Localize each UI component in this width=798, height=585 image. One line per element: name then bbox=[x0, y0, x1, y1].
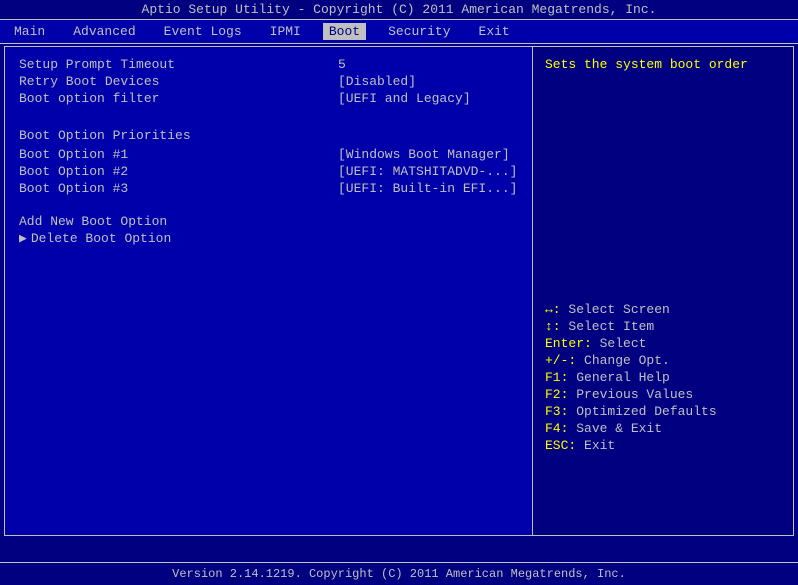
action-label: Delete Boot Option bbox=[31, 231, 171, 246]
section-title: Boot Option Priorities bbox=[19, 128, 518, 143]
key-desc: Exit bbox=[584, 438, 615, 453]
boot-option-row[interactable]: Boot Option #3[UEFI: Built-in EFI...] bbox=[19, 181, 518, 196]
key-desc: Select Screen bbox=[568, 302, 669, 317]
boot-option-row[interactable]: Boot Option #2[UEFI: MATSHITADVD-...] bbox=[19, 164, 518, 179]
menu-bar: Main Advanced Event Logs IPMI Boot Security Ex… bbox=[0, 19, 798, 44]
key-row: Enter: Select bbox=[545, 336, 781, 351]
boot-option-row[interactable]: Boot Option #1[Windows Boot Manager] bbox=[19, 147, 518, 162]
content-area: Setup Prompt Timeout5Retry Boot Devices[… bbox=[4, 46, 794, 536]
menu-item-boot[interactable]: Boot bbox=[323, 23, 366, 40]
setting-label: Setup Prompt Timeout bbox=[19, 57, 338, 72]
key-desc: Optimized Defaults bbox=[576, 404, 716, 419]
setting-value[interactable]: 5 bbox=[338, 57, 518, 72]
key-row: +/-: Change Opt. bbox=[545, 353, 781, 368]
menu-item-main[interactable]: Main bbox=[8, 23, 51, 40]
action-item-arrow[interactable]: ▶ Delete Boot Option bbox=[19, 231, 518, 246]
setting-label: Boot option filter bbox=[19, 91, 338, 106]
left-panel: Setup Prompt Timeout5Retry Boot Devices[… bbox=[5, 47, 533, 535]
key-label: Enter: bbox=[545, 336, 600, 351]
boot-option-label: Boot Option #1 bbox=[19, 147, 338, 162]
key-desc: Previous Values bbox=[576, 387, 693, 402]
key-label: +/-: bbox=[545, 353, 584, 368]
setting-value[interactable]: [Disabled] bbox=[338, 74, 518, 89]
footer: Version 2.14.1219. Copyright (C) 2011 Am… bbox=[0, 562, 798, 585]
key-desc: General Help bbox=[576, 370, 670, 385]
boot-option-value: [UEFI: Built-in EFI...] bbox=[338, 181, 518, 196]
key-label: ↕: bbox=[545, 319, 568, 334]
key-desc: Select Item bbox=[568, 319, 654, 334]
key-desc: Change Opt. bbox=[584, 353, 670, 368]
boot-option-label: Boot Option #3 bbox=[19, 181, 338, 196]
title-bar: Aptio Setup Utility - Copyright (C) 2011… bbox=[0, 0, 798, 19]
setting-row: Setup Prompt Timeout5 bbox=[19, 57, 518, 72]
boot-option-value: [UEFI: MATSHITADVD-...] bbox=[338, 164, 518, 179]
key-label: ↔: bbox=[545, 302, 568, 317]
setting-row: Boot option filter[UEFI and Legacy] bbox=[19, 91, 518, 106]
keys-section: ↔: Select Screen↕: Select ItemEnter: Sel… bbox=[545, 302, 781, 453]
menu-item-exit[interactable]: Exit bbox=[473, 23, 516, 40]
key-label: F1: bbox=[545, 370, 576, 385]
key-row: F3: Optimized Defaults bbox=[545, 404, 781, 419]
key-label: F3: bbox=[545, 404, 576, 419]
key-row: ↔: Select Screen bbox=[545, 302, 781, 317]
menu-item-event-logs[interactable]: Event Logs bbox=[158, 23, 248, 40]
arrow-icon: ▶ bbox=[19, 231, 27, 246]
key-desc: Select bbox=[600, 336, 647, 351]
key-label: F2: bbox=[545, 387, 576, 402]
setting-value[interactable]: [UEFI and Legacy] bbox=[338, 91, 518, 106]
key-row: F2: Previous Values bbox=[545, 387, 781, 402]
right-panel: Sets the system boot order ↔: Select Scr… bbox=[533, 47, 793, 535]
key-desc: Save & Exit bbox=[576, 421, 662, 436]
menu-item-security[interactable]: Security bbox=[382, 23, 456, 40]
key-row: F4: Save & Exit bbox=[545, 421, 781, 436]
key-label: ESC: bbox=[545, 438, 584, 453]
key-row: ESC: Exit bbox=[545, 438, 781, 453]
key-row: ↕: Select Item bbox=[545, 319, 781, 334]
help-text: Sets the system boot order bbox=[545, 57, 781, 72]
setting-label: Retry Boot Devices bbox=[19, 74, 338, 89]
action-item[interactable]: Add New Boot Option bbox=[19, 214, 518, 229]
menu-item-ipmi[interactable]: IPMI bbox=[264, 23, 307, 40]
footer-text: Version 2.14.1219. Copyright (C) 2011 Am… bbox=[172, 567, 626, 581]
title-text: Aptio Setup Utility - Copyright (C) 2011… bbox=[142, 2, 657, 17]
key-row: F1: General Help bbox=[545, 370, 781, 385]
key-label: F4: bbox=[545, 421, 576, 436]
setting-row: Retry Boot Devices[Disabled] bbox=[19, 74, 518, 89]
boot-option-value: [Windows Boot Manager] bbox=[338, 147, 518, 162]
menu-item-advanced[interactable]: Advanced bbox=[67, 23, 141, 40]
boot-option-label: Boot Option #2 bbox=[19, 164, 338, 179]
